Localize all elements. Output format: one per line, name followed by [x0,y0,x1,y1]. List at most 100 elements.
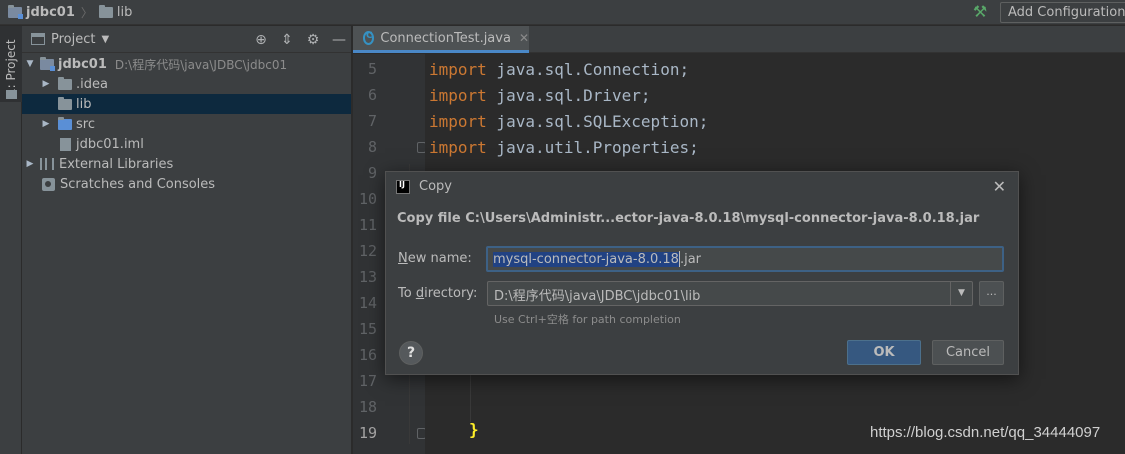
label-text: ew name: [407,251,472,266]
code-line[interactable]: import java.sql.Driver; [429,86,651,105]
mnemonic-letter: d [415,286,425,301]
unselected-text: .jar [679,251,702,267]
code-line[interactable]: import java.sql.Connection; [429,60,689,79]
build-hammer-icon[interactable]: ⚒ [970,3,990,21]
tree-item-jdbc01-iml[interactable]: jdbc01.iml [22,134,351,154]
dialog-heading: Copy file C:\Users\Administr...ector-jav… [397,211,980,226]
project-tool-tab-label: 1: Project [4,39,18,96]
locate-icon[interactable]: ⊕ [253,32,269,48]
tree-item-label: lib [76,96,92,112]
keyword-token: import [429,86,487,105]
keyword-token: import [429,112,487,131]
project-panel: Project ▼ ⊕ ⇕ ⚙ — ▼ jdbc01 D:\程序代码\java\… [22,26,352,454]
folder-icon [58,96,72,110]
line-number: 12 [358,242,377,260]
folder-icon [98,4,113,18]
tree-item-jdbc01[interactable]: ▼ jdbc01 D:\程序代码\java\JDBC\jdbc01 [22,54,351,74]
collapsed-arrow-icon[interactable]: ▶ [40,119,52,129]
file-icon [60,137,71,151]
collapsed-arrow-icon[interactable]: ▶ [24,159,36,169]
tab-connectiontest-java[interactable]: ConnectionTest.java ✕ [353,26,529,53]
help-button[interactable]: ? [399,341,423,365]
line-number: 16 [358,346,377,364]
intellij-logo-icon [396,180,410,194]
path-completion-hint: Use Ctrl+空格 for path completion [494,313,681,326]
tree-item-label: .idea [76,76,108,92]
code-line[interactable]: import java.util.Properties; [429,138,699,157]
line-number: 17 [358,372,377,390]
label-text: irectory: [424,286,478,301]
to-directory-label: To directory: [398,286,477,301]
project-view-selector[interactable]: Project [51,32,95,47]
gear-icon[interactable]: ⚙ [305,32,321,48]
tree-item-label: src [76,116,95,132]
source-folder-icon [58,116,72,130]
chevron-down-icon[interactable]: ▼ [950,282,972,305]
project-panel-header: Project ▼ ⊕ ⇕ ⚙ — [22,26,351,53]
tree-item-idea[interactable]: ▶ .idea [22,74,351,94]
java-class-icon [363,31,375,45]
dialog-titlebar[interactable]: Copy ✕ [386,172,1018,202]
keyword-token: import [429,60,487,79]
library-icon [40,158,54,170]
tree-item-lib[interactable]: lib [22,94,351,114]
collapse-all-icon[interactable]: ⇕ [279,32,295,48]
copy-dialog: Copy ✕ Copy file C:\Users\Administr...ec… [385,171,1019,375]
navigation-bar: jdbc01 〉 lib ⚒ Add Configuration... [0,0,1125,25]
tree-item-scratches[interactable]: Scratches and Consoles [22,174,351,194]
line-number: 5 [367,60,377,78]
new-name-label: New name: [398,251,472,266]
keyword-token: import [429,138,487,157]
breadcrumb-project[interactable]: jdbc01 [26,5,75,20]
close-icon[interactable]: ✕ [519,31,529,45]
code-token: java.sql.Connection; [486,60,690,79]
cancel-button[interactable]: Cancel [932,340,1004,365]
expanded-arrow-icon[interactable]: ▼ [24,59,36,69]
watermark: https://blog.csdn.net/qq_34444097 [870,424,1101,441]
hide-icon[interactable]: — [331,32,347,48]
directory-combobox[interactable]: D:\程序代码\java\JDBC\jdbc01\lib ▼ [487,281,973,306]
line-number: 9 [367,164,377,182]
project-window-icon [31,33,45,45]
editor-tab-bar: ConnectionTest.java ✕ [353,26,1125,53]
new-name-input[interactable]: mysql-connector-java-8.0.18 .jar [486,246,1004,272]
breadcrumb-separator-icon: 〉 [80,5,93,20]
tree-item-label: jdbc01.iml [76,136,144,152]
line-number: 10 [358,190,377,208]
code-token: java.sql.Driver; [486,86,651,105]
tree-item-src[interactable]: ▶ src [22,114,351,134]
directory-value: D:\程序代码\java\JDBC\jdbc01\lib [494,289,701,304]
label-text: To [398,286,416,301]
module-folder-icon [40,56,55,71]
panel-toolbar: ⊕ ⇕ ⚙ — [253,26,347,53]
code-token: java.sql.SQLException; [486,112,709,131]
tree-item-label: jdbc01 [58,56,107,72]
chevron-down-icon[interactable]: ▼ [101,34,109,45]
folder-icon [58,76,72,90]
line-number: 13 [358,268,377,286]
closing-brace: } [469,420,479,439]
line-number: 8 [367,138,377,156]
tab-label: ConnectionTest.java [380,30,511,46]
line-number: 14 [358,294,377,312]
left-tool-strip: 1: Project [0,26,22,454]
ok-button[interactable]: OK [847,340,921,365]
browse-button[interactable]: ... [979,281,1004,306]
tree-item-label: External Libraries [59,156,174,172]
tree-item-external-libraries[interactable]: ▶ External Libraries [22,154,351,174]
dialog-title: Copy [419,179,452,194]
line-number: 11 [358,216,377,234]
tree-item-label: Scratches and Consoles [60,176,216,192]
folder-icon [6,90,17,99]
code-token: java.util.Properties; [486,138,699,157]
add-configuration-button[interactable]: Add Configuration... [1000,2,1125,23]
code-line[interactable]: import java.sql.SQLException; [429,112,708,131]
collapsed-arrow-icon[interactable]: ▶ [40,79,52,89]
line-number: 18 [358,398,377,416]
breadcrumb-folder[interactable]: lib [117,5,132,20]
selected-text: mysql-connector-java-8.0.18 [493,251,679,267]
line-number: 19 [358,424,377,442]
module-folder-icon [8,4,23,19]
line-number: 6 [367,86,377,104]
close-icon[interactable]: ✕ [993,177,1006,196]
